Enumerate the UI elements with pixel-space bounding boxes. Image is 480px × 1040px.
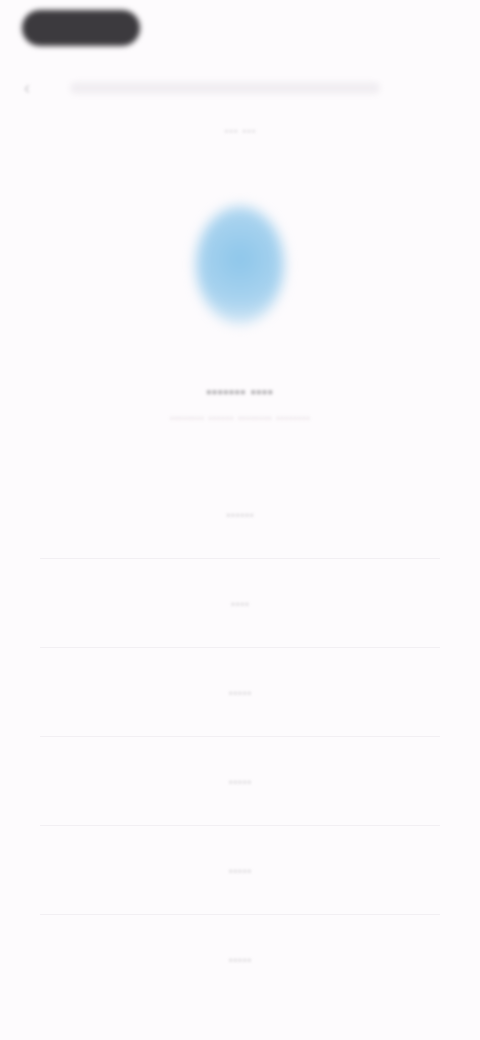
hero-description: ········ ······ ········ ········ — [169, 410, 311, 425]
hero-title: ······· ···· — [206, 383, 274, 402]
option-label: ····· — [228, 684, 252, 700]
option-list: ······ ···· ····· ····· ····· ····· — [40, 470, 440, 1003]
blue-circle-icon — [196, 206, 284, 324]
header-subtitle: ··· ··· — [224, 122, 256, 138]
option-item[interactable]: ····· — [40, 915, 440, 1003]
option-label: ···· — [230, 595, 250, 611]
option-label: ····· — [228, 862, 252, 878]
option-item[interactable]: ····· — [40, 737, 440, 826]
option-label: ····· — [228, 773, 252, 789]
screen: ‹ ··· ··· ······· ···· ········ ······ ·… — [0, 0, 480, 1040]
option-item[interactable]: ······ — [40, 470, 440, 559]
back-arrow-icon[interactable]: ‹ — [24, 79, 42, 97]
option-item[interactable]: ···· — [40, 559, 440, 648]
option-item[interactable]: ····· — [40, 648, 440, 737]
hero-icon-wrapper — [190, 200, 290, 330]
status-bar-pill — [22, 10, 140, 46]
option-label: ······ — [226, 506, 254, 522]
option-label: ····· — [228, 951, 252, 967]
top-bar: ‹ — [24, 76, 380, 100]
top-bar-title — [70, 82, 380, 94]
option-item[interactable]: ····· — [40, 826, 440, 915]
